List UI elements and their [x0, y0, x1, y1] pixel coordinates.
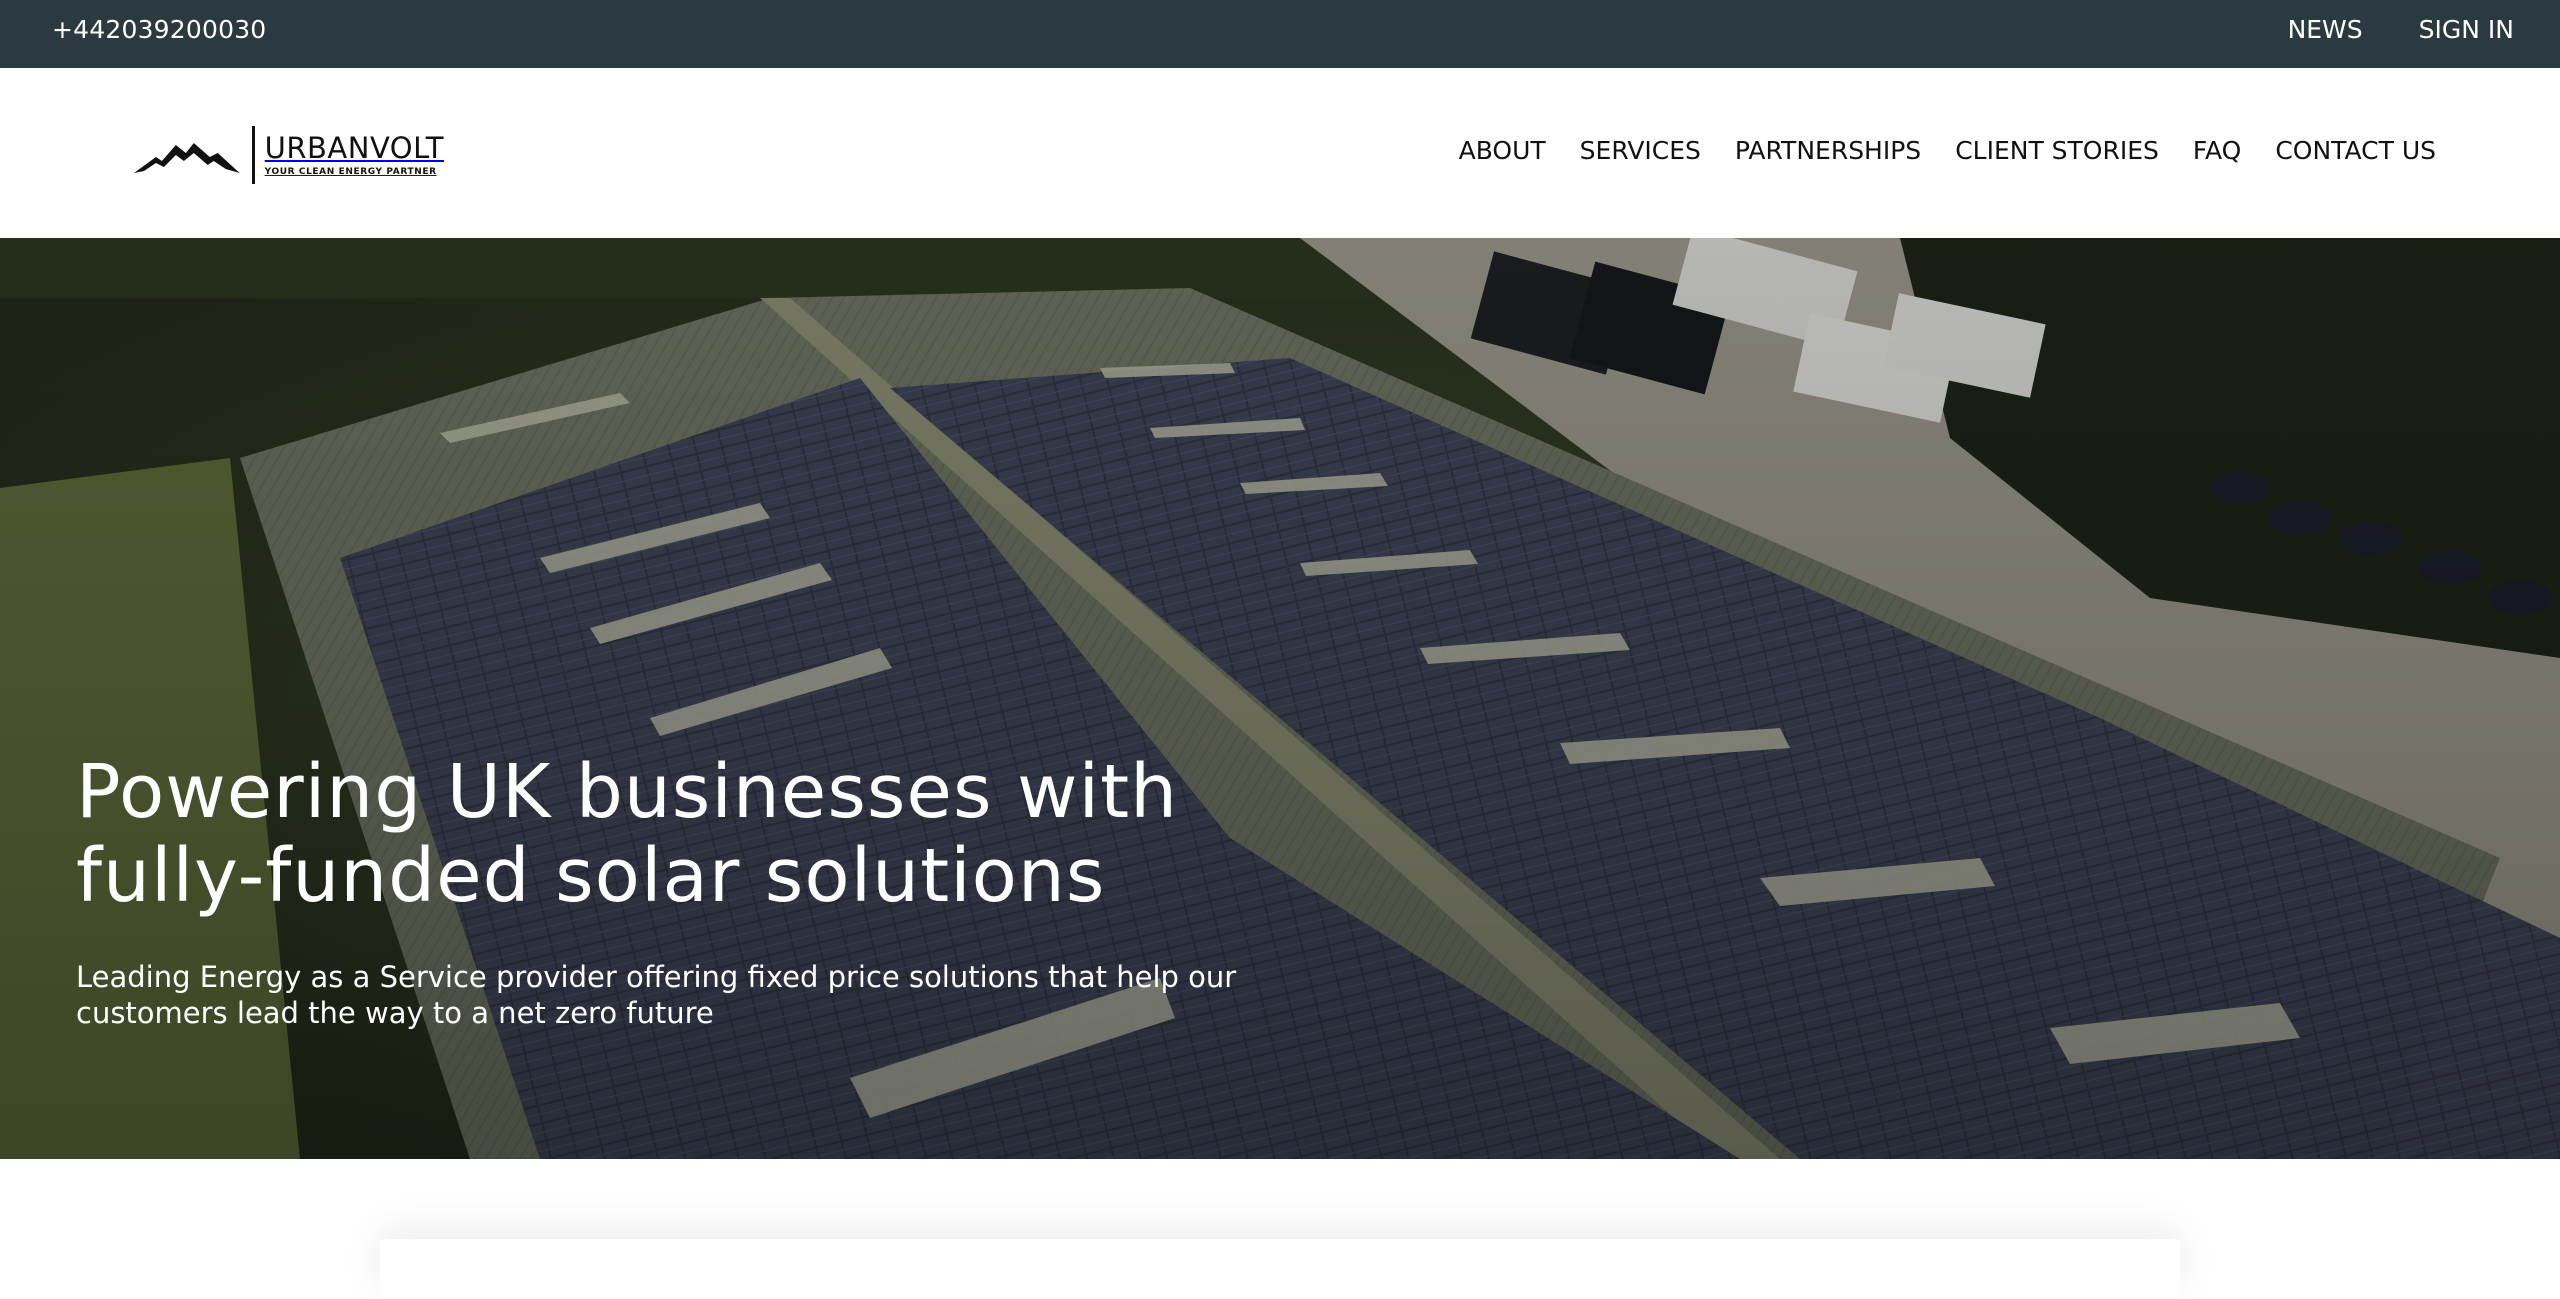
mountain-logo-icon: [134, 143, 240, 173]
hero-subline-line-2: customers lead the way to a net zero fut…: [76, 996, 714, 1030]
nav-faq[interactable]: FAQ: [2193, 136, 2241, 165]
main-navigation: ABOUT SERVICES PARTNERSHIPS CLIENT STORI…: [1459, 136, 2436, 165]
logo-brand: URBANVOLT: [264, 130, 444, 165]
site-logo[interactable]: URBANVOLT YOUR CLEAN ENERGY PARTNER: [134, 124, 444, 186]
nav-about[interactable]: ABOUT: [1459, 136, 1546, 165]
hero-section: Powering UK businesses with fully-funded…: [0, 238, 2560, 1159]
nav-contact-us[interactable]: CONTACT US: [2275, 136, 2436, 165]
hero-headline-line-1: Powering UK businesses with: [76, 749, 1179, 835]
hero-subline-line-1: Leading Energy as a Service provider off…: [76, 960, 1237, 994]
logo-tagline: YOUR CLEAN ENERGY PARTNER: [264, 166, 437, 177]
nav-partnerships[interactable]: PARTNERSHIPS: [1735, 136, 1921, 165]
content-card-edge: [380, 1239, 2180, 1299]
phone-link[interactable]: +442039200030: [52, 15, 266, 44]
logo-divider: [251, 126, 255, 184]
sign-in-link[interactable]: SIGN IN: [2419, 15, 2514, 44]
logo-wordmark: URBANVOLT YOUR CLEAN ENERGY PARTNER: [264, 130, 444, 177]
nav-services[interactable]: SERVICES: [1580, 136, 1701, 165]
hero-headline-line-2: fully-funded solar solutions: [76, 833, 1106, 919]
nav-client-stories[interactable]: CLIENT STORIES: [1955, 136, 2159, 165]
news-link[interactable]: NEWS: [2288, 15, 2363, 44]
below-hero-area: [0, 1159, 2560, 1299]
site-header: URBANVOLT YOUR CLEAN ENERGY PARTNER ABOU…: [0, 68, 2560, 238]
hero-headline: Powering UK businesses with fully-funded…: [76, 750, 1276, 918]
hero-subline: Leading Energy as a Service provider off…: [76, 959, 1276, 1031]
top-utility-bar: +442039200030 NEWS SIGN IN: [0, 0, 2560, 68]
top-links: NEWS SIGN IN: [2288, 15, 2514, 44]
